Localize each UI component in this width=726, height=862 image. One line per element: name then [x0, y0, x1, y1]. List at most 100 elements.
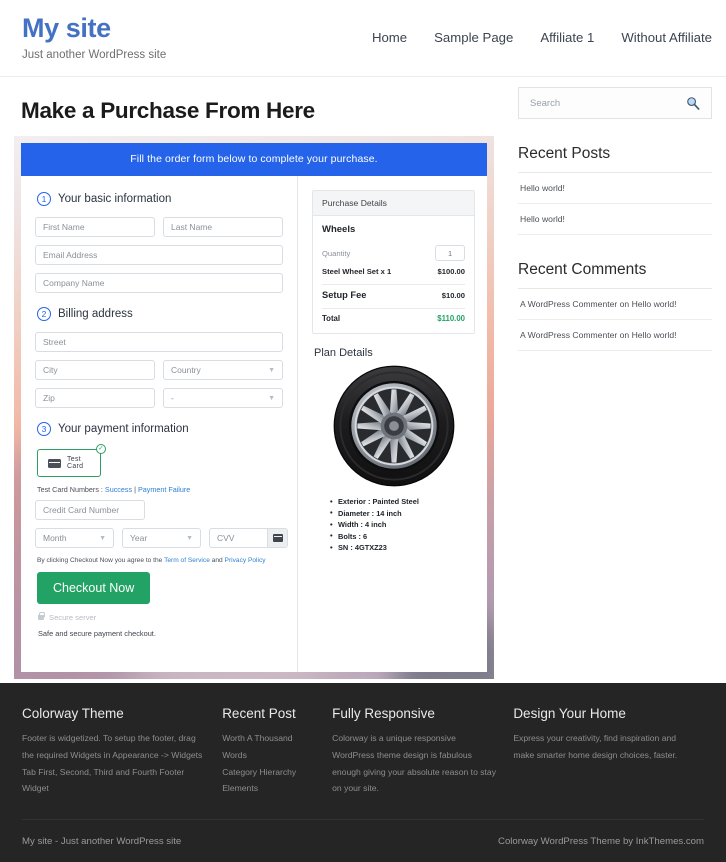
step-3-number: 3 — [37, 422, 51, 436]
step-1-heading: 1 Your basic information — [37, 192, 283, 206]
site-header: My site Just another WordPress site Home… — [0, 0, 726, 77]
recent-post-item[interactable]: Hello world! — [518, 204, 712, 235]
payment-method-tile-wrap: Test Card ✓ — [37, 444, 106, 477]
street-input[interactable]: Street — [35, 332, 283, 352]
last-name-input[interactable]: Last Name — [163, 217, 283, 237]
step-3-heading: 3 Your payment information — [37, 422, 283, 436]
sidebar: Search Recent Posts Hello world! Hello w… — [494, 77, 712, 679]
company-name-input[interactable]: Company Name — [35, 273, 283, 293]
cvv-placeholder: CVV — [217, 533, 235, 543]
checkout-banner: Fill the order form below to complete yo… — [21, 143, 487, 176]
step-1-label: Your basic information — [58, 193, 172, 205]
step-3-label: Your payment information — [58, 423, 189, 435]
card-back-icon — [272, 534, 283, 542]
chevron-down-icon: ▼ — [99, 534, 106, 542]
spec-item: Bolts : 6 — [330, 531, 475, 541]
site-tagline: Just another WordPress site — [22, 48, 167, 61]
widget-spacer — [518, 235, 712, 261]
first-name-input[interactable]: First Name — [35, 217, 155, 237]
terms-of-service-link[interactable]: Term of Service — [164, 557, 210, 564]
email-input[interactable]: Email Address — [35, 245, 283, 265]
main-content: Make a Purchase From Here Fill the order… — [14, 77, 494, 679]
main-navigation: Home Sample Page Affiliate 1 Without Aff… — [372, 30, 712, 45]
step-2-heading: 2 Billing address — [37, 307, 283, 321]
recent-comments-title: Recent Comments — [518, 261, 712, 289]
quantity-row: Quantity 1 — [322, 242, 465, 264]
lock-icon — [38, 612, 45, 620]
company-row: Company Name — [35, 273, 283, 293]
footer-link[interactable]: Worth A Thousand Words — [222, 730, 318, 764]
city-input[interactable]: City — [35, 360, 155, 380]
quantity-input[interactable]: 1 — [435, 245, 465, 261]
test-card-payment-option[interactable]: Test Card — [37, 449, 101, 477]
recent-posts-title: Recent Posts — [518, 145, 712, 173]
footer-link[interactable]: Category Hierarchy — [222, 764, 318, 781]
page-title: Make a Purchase From Here — [21, 98, 315, 123]
credit-card-icon — [48, 458, 61, 468]
state-select-value: - — [171, 393, 174, 403]
safe-checkout-note: Safe and secure payment checkout. — [38, 629, 156, 638]
nav-item-without-affiliate[interactable]: Without Affiliate — [621, 30, 712, 45]
search-icon[interactable] — [686, 96, 700, 110]
test-card-numbers-line: Test Card Numbers : Success | Payment Fa… — [37, 485, 283, 494]
expiry-month-value: Month — [43, 533, 67, 543]
terms-and: and — [209, 557, 225, 564]
footer-column-title: Colorway Theme — [22, 706, 124, 721]
divider — [322, 284, 465, 285]
privacy-policy-link[interactable]: Privacy Policy — [225, 557, 266, 564]
quantity-label: Quantity — [322, 248, 351, 258]
cvv-help-button[interactable] — [267, 529, 287, 547]
state-select[interactable]: - ▼ — [163, 388, 283, 408]
chevron-down-icon: ▼ — [268, 366, 275, 374]
site-title[interactable]: My site — [22, 13, 166, 44]
footer-credit-link[interactable]: Colorway WordPress Theme by InkThemes.co… — [498, 836, 704, 847]
plan-image-wrap — [312, 365, 475, 487]
expiry-month-select[interactable]: Month ▼ — [35, 528, 114, 548]
spec-item: Exterior : Painted Steel — [330, 497, 475, 507]
credit-card-number-input[interactable]: Credit Card Number — [35, 500, 145, 520]
recent-comment-item[interactable]: A WordPress Commenter on Hello world! — [518, 289, 712, 320]
cvv-input[interactable]: CVV — [209, 528, 288, 548]
recent-comment-item[interactable]: A WordPress Commenter on Hello world! — [518, 320, 712, 351]
chevron-down-icon: ▼ — [268, 394, 275, 402]
search-placeholder: Search — [530, 97, 561, 109]
test-card-failure-link[interactable]: Payment Failure — [138, 485, 190, 494]
footer-link[interactable]: Elements — [222, 780, 318, 797]
secure-server-row: Secure server — [38, 612, 283, 622]
footer-column-text: Colorway is a unique responsive WordPres… — [332, 733, 496, 794]
footer-column-title: Recent Post — [222, 706, 296, 721]
nav-item-home[interactable]: Home — [372, 30, 407, 45]
divider — [322, 308, 465, 309]
product-name: Wheels — [322, 224, 356, 235]
chevron-down-icon: ▼ — [186, 534, 193, 542]
city-country-row: City Country ▼ — [35, 360, 283, 380]
total-row: Total $110.00 — [322, 311, 465, 326]
search-input[interactable]: Search — [518, 87, 712, 119]
page-body: Make a Purchase From Here Fill the order… — [0, 77, 726, 679]
expiry-year-select[interactable]: Year ▼ — [122, 528, 201, 548]
country-select[interactable]: Country ▼ — [163, 360, 283, 380]
footer-column-text: Footer is widgetized. To setup the foote… — [22, 733, 203, 794]
step-2-label: Billing address — [58, 308, 133, 320]
footer-column-colorway-theme: Colorway Theme Footer is widgetized. To … — [22, 706, 222, 797]
checkout-now-button[interactable]: Checkout Now — [37, 572, 151, 604]
footer-column-title: Design Your Home — [513, 706, 626, 721]
setup-fee-row: Setup Fee $10.00 — [322, 287, 465, 303]
checkout-body: 1 Your basic information First Name Last… — [21, 176, 487, 672]
card-number-row: Credit Card Number — [35, 500, 283, 520]
test-card-success-link[interactable]: Success — [105, 485, 132, 494]
line-item-price: $100.00 — [437, 267, 465, 276]
site-footer: Colorway Theme Footer is widgetized. To … — [0, 683, 726, 862]
line-item-row: Steel Wheel Set x 1 $100.00 — [322, 264, 465, 279]
terms-prefix: By clicking Checkout Now you agree to th… — [37, 557, 165, 564]
footer-column-text: Express your creativity, find inspiratio… — [513, 733, 678, 760]
nav-item-sample-page[interactable]: Sample Page — [434, 30, 513, 45]
email-row: Email Address — [35, 245, 283, 265]
footer-column-fully-responsive: Fully Responsive Colorway is a unique re… — [332, 706, 513, 797]
step-1-number: 1 — [37, 192, 51, 206]
nav-item-affiliate-1[interactable]: Affiliate 1 — [540, 30, 594, 45]
footer-link-list: Worth A Thousand Words Category Hierarch… — [222, 730, 318, 797]
test-card-numbers-label: Test Card Numbers : — [37, 485, 105, 494]
zip-input[interactable]: Zip — [35, 388, 155, 408]
recent-post-item[interactable]: Hello world! — [518, 173, 712, 204]
